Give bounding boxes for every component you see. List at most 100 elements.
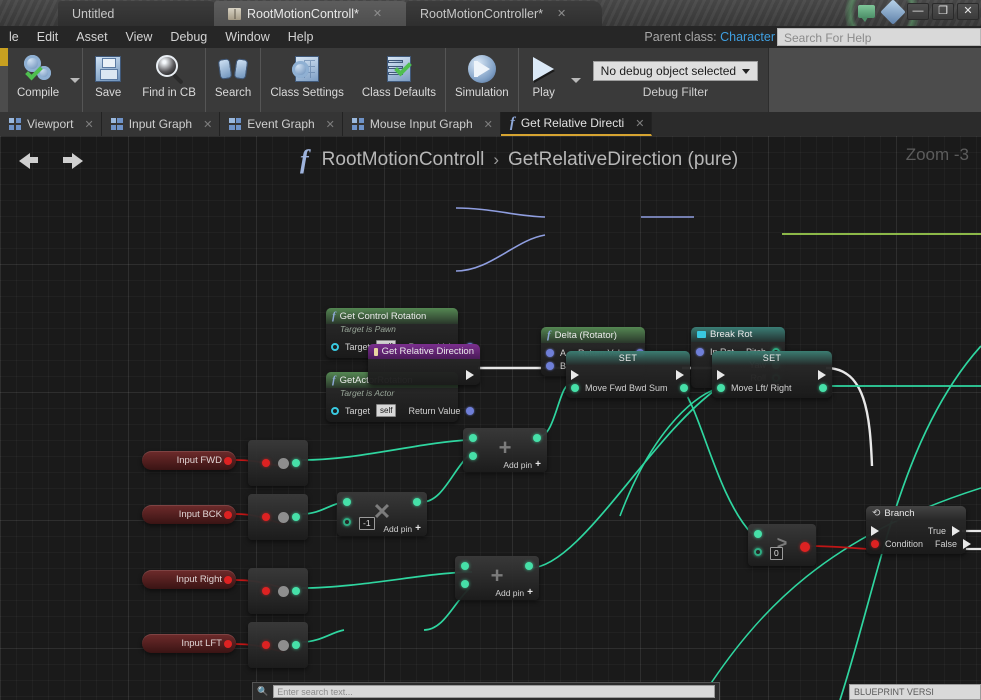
tab-get-relative-direction[interactable]: f Get Relative Directi ✕ xyxy=(500,112,653,136)
node-multiply-bck[interactable]: ✕ -1 Add pin + xyxy=(337,492,427,536)
add-out-pin[interactable] xyxy=(533,434,541,442)
value-in-pin[interactable] xyxy=(717,383,725,392)
middle-pin[interactable] xyxy=(278,640,289,651)
node-branch[interactable]: ⟲ Branch True Condition False xyxy=(866,506,972,554)
multiply-value[interactable]: -1 xyxy=(359,517,375,530)
menu-debug[interactable]: Debug xyxy=(161,26,216,48)
node-select-right[interactable] xyxy=(248,568,308,614)
node-input-bck[interactable]: Input BCK xyxy=(142,505,236,524)
add-pin-button[interactable]: Add pin + xyxy=(495,587,533,598)
compare-in-a-pin[interactable] xyxy=(754,530,762,538)
node-select-lft[interactable] xyxy=(248,622,308,668)
class-settings-button[interactable]: Class Settings xyxy=(261,48,353,112)
false-exec-pin[interactable] xyxy=(963,538,972,549)
value-out-pin[interactable] xyxy=(819,383,827,392)
play-button[interactable]: Play xyxy=(519,48,569,112)
add-in-a-pin[interactable] xyxy=(469,434,477,442)
variable-out-pin[interactable] xyxy=(224,639,232,648)
menu-edit[interactable]: Edit xyxy=(28,26,68,48)
exec-out-pin[interactable] xyxy=(466,370,475,380)
play-dropdown-icon[interactable] xyxy=(570,77,581,83)
feedback-speech-icon[interactable] xyxy=(858,5,875,22)
close-icon[interactable]: ✕ xyxy=(635,117,644,130)
exec-in-pin[interactable] xyxy=(571,369,580,380)
node-set-move-lft-right[interactable]: SET Move Lft/ Right xyxy=(712,351,832,398)
float-out-pin[interactable] xyxy=(292,587,300,595)
compare-value[interactable]: 0 xyxy=(770,547,783,560)
menu-view[interactable]: View xyxy=(117,26,162,48)
add-out-pin[interactable] xyxy=(525,562,533,570)
float-out-pin[interactable] xyxy=(292,641,300,649)
restore-button[interactable]: ❐ xyxy=(932,3,954,20)
node-input-lft[interactable]: Input LFT xyxy=(142,634,236,653)
exec-in-pin[interactable] xyxy=(717,369,726,380)
debug-object-select[interactable]: No debug object selected xyxy=(592,61,759,81)
close-button[interactable]: ✕ xyxy=(957,3,979,20)
simulation-button[interactable]: Simulation xyxy=(446,48,518,112)
blueprint-graph-canvas[interactable]: f RootMotionControll › GetRelativeDirect… xyxy=(0,136,981,700)
variable-out-pin[interactable] xyxy=(224,456,232,465)
float-out-pin[interactable] xyxy=(292,459,300,467)
bool-in-pin[interactable] xyxy=(262,513,270,521)
variable-out-pin[interactable] xyxy=(224,510,232,519)
tab-event-graph[interactable]: Event Graph ✕ xyxy=(220,112,343,136)
true-exec-pin[interactable] xyxy=(952,525,961,536)
tab-mouse-input-graph[interactable]: Mouse Input Graph ✕ xyxy=(342,112,501,136)
add-pin-button[interactable]: Add pin + xyxy=(383,523,421,534)
close-icon[interactable]: ✕ xyxy=(203,118,212,131)
node-add-lft-right[interactable]: + Add pin + xyxy=(455,556,539,600)
find-in-cb-button[interactable]: Find in CB xyxy=(133,48,205,112)
bool-in-pin[interactable] xyxy=(262,641,270,649)
node-add-fwd-bwd[interactable]: + Add pin + xyxy=(463,428,547,472)
menu-asset[interactable]: Asset xyxy=(67,26,116,48)
compile-button[interactable]: Compile xyxy=(8,48,68,112)
multiply-out-pin[interactable] xyxy=(413,498,421,506)
breadcrumb-root[interactable]: RootMotionControll xyxy=(322,149,485,171)
input-b-pin[interactable] xyxy=(546,361,554,370)
value-in-pin[interactable] xyxy=(571,383,579,392)
compare-in-b-pin[interactable] xyxy=(754,548,762,556)
menu-window[interactable]: Window xyxy=(216,26,278,48)
parent-class-value[interactable]: Character xyxy=(720,30,775,44)
menu-help[interactable]: Help xyxy=(279,26,323,48)
save-button[interactable]: Save xyxy=(83,48,133,112)
close-icon[interactable]: ✕ xyxy=(557,7,566,20)
add-in-b-pin[interactable] xyxy=(461,580,469,588)
middle-pin[interactable] xyxy=(278,586,289,597)
bool-in-pin[interactable] xyxy=(262,459,270,467)
arrow-right-icon[interactable] xyxy=(60,148,86,170)
node-set-move-fwd-bwd-sum[interactable]: SET Move Fwd Bwd Sum xyxy=(566,351,690,398)
compile-dropdown-icon[interactable] xyxy=(70,77,81,83)
close-icon[interactable]: ✕ xyxy=(326,118,335,131)
search-button[interactable]: Search xyxy=(206,48,260,112)
node-input-right[interactable]: Input Right xyxy=(142,570,236,589)
exec-out-pin[interactable] xyxy=(676,369,685,380)
node-select-fwd[interactable] xyxy=(248,440,308,486)
value-out-pin[interactable] xyxy=(679,383,688,392)
exec-out-pin[interactable] xyxy=(818,369,827,380)
arrow-left-icon[interactable] xyxy=(16,148,42,170)
compare-out-pin[interactable] xyxy=(800,542,810,552)
node-input-fwd[interactable]: Input FWD xyxy=(142,451,236,470)
window-tab-rootmotioncontroller[interactable]: RootMotionController* ✕ xyxy=(406,1,602,26)
minimize-button[interactable]: — xyxy=(907,3,929,20)
window-tab-untitled[interactable]: Untitled xyxy=(58,1,218,26)
close-icon[interactable]: ✕ xyxy=(484,118,493,131)
condition-pin[interactable] xyxy=(871,539,879,548)
menu-file[interactable]: le xyxy=(0,26,28,48)
add-in-a-pin[interactable] xyxy=(461,562,469,570)
tab-input-graph[interactable]: Input Graph ✕ xyxy=(101,112,221,136)
target-pin[interactable] xyxy=(331,342,339,351)
multiply-in-a-pin[interactable] xyxy=(343,498,351,506)
middle-pin[interactable] xyxy=(278,458,289,469)
input-a-pin[interactable] xyxy=(546,348,554,357)
float-out-pin[interactable] xyxy=(292,513,300,521)
close-icon[interactable]: ✕ xyxy=(84,118,93,131)
tab-viewport[interactable]: Viewport ✕ xyxy=(0,112,102,136)
graph-search-input[interactable]: Enter search text... xyxy=(273,685,715,698)
window-tab-rootmotioncontroll[interactable]: RootMotionControll* ✕ xyxy=(214,1,410,26)
target-pin[interactable] xyxy=(331,406,339,415)
variable-out-pin[interactable] xyxy=(224,575,232,584)
node-select-bck[interactable] xyxy=(248,494,308,540)
close-icon[interactable]: ✕ xyxy=(373,7,382,20)
